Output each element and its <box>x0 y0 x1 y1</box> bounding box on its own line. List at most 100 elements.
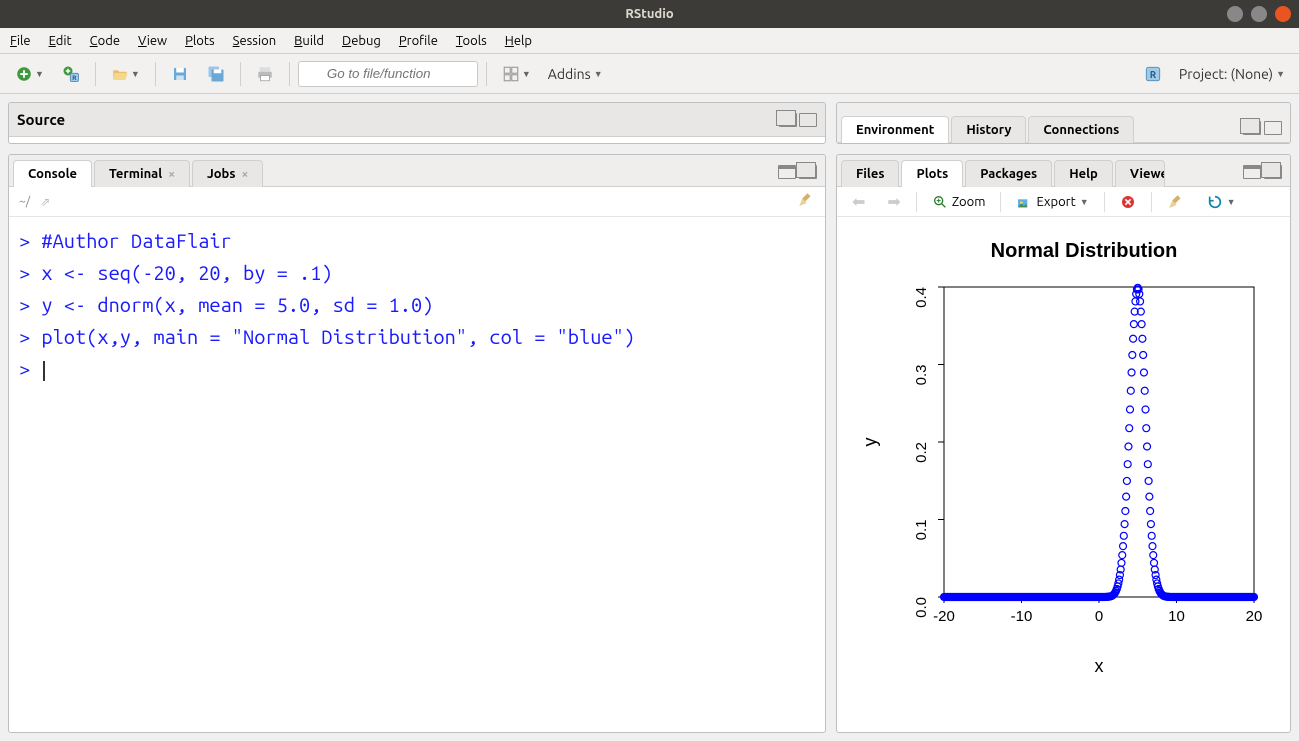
source-pane: Source <box>8 102 826 144</box>
menu-code[interactable]: Code <box>90 34 120 48</box>
menubar: File Edit Code View Plots Session Build … <box>0 28 1299 54</box>
toolbar-separator <box>486 62 487 86</box>
source-restore-icon[interactable] <box>779 113 797 127</box>
console-output[interactable]: > #Author DataFlair > x <- seq(-20, 20, … <box>9 217 825 732</box>
r-project-icon: R <box>1144 65 1162 83</box>
plot-export-button[interactable]: Export ▼ <box>1007 190 1097 214</box>
new-file-button[interactable]: ▼ <box>8 60 51 88</box>
save-all-icon <box>207 65 225 83</box>
save-all-button[interactable] <box>200 60 232 88</box>
svg-text:0.3: 0.3 <box>913 365 930 386</box>
console-maximize-icon[interactable] <box>799 165 817 179</box>
grid-icon <box>502 65 520 83</box>
project-label: Project: (None) <box>1179 66 1273 82</box>
svg-text:0: 0 <box>1094 608 1102 625</box>
normal-distribution-chart: Normal Distribution-20-10010200.00.10.20… <box>854 227 1274 687</box>
save-icon <box>171 65 189 83</box>
plots-minimize-icon[interactable] <box>1243 165 1261 179</box>
tab-terminal[interactable]: Terminal × <box>94 160 190 187</box>
tab-jobs-close-icon[interactable]: × <box>241 168 248 181</box>
plot-zoom-label: Zoom <box>952 195 986 209</box>
goto-file-input[interactable] <box>298 61 478 87</box>
menu-help[interactable]: Help <box>505 34 532 48</box>
menu-plots[interactable]: Plots <box>185 34 215 48</box>
menu-debug[interactable]: Debug <box>342 34 381 48</box>
svg-text:0.2: 0.2 <box>913 442 930 463</box>
source-pane-title: Source <box>17 111 65 128</box>
plot-next-button[interactable]: ➡ <box>878 188 909 215</box>
project-r-icon-button[interactable]: R <box>1137 60 1169 88</box>
tab-plots[interactable]: Plots <box>901 160 963 187</box>
project-menu[interactable]: Project: (None) ▼ <box>1173 66 1291 82</box>
svg-text:-10: -10 <box>1010 608 1032 625</box>
plot-remove-button[interactable] <box>1111 190 1145 214</box>
tab-help[interactable]: Help <box>1054 160 1113 187</box>
source-maximize-icon[interactable] <box>799 113 817 127</box>
save-button[interactable] <box>164 60 196 88</box>
menu-view[interactable]: View <box>138 34 167 48</box>
plot-clear-all-button[interactable] <box>1158 189 1194 215</box>
new-project-button[interactable]: R <box>55 60 87 88</box>
plot-prev-button[interactable]: ⬅ <box>843 188 874 215</box>
tab-files[interactable]: Files <box>841 160 899 187</box>
menu-build[interactable]: Build <box>294 34 324 48</box>
tab-jobs[interactable]: Jobs × <box>192 160 263 187</box>
svg-text:10: 10 <box>1168 608 1185 625</box>
main-toolbar: ▼ R ▼ ➜ ▼ Addins ▼ R Project: (None) ▼ <box>0 54 1299 94</box>
svg-text:0.1: 0.1 <box>913 520 930 541</box>
remove-icon <box>1120 194 1136 210</box>
tab-jobs-label: Jobs <box>207 167 236 181</box>
menu-tools[interactable]: Tools <box>456 34 487 48</box>
console-pane: Console Terminal × Jobs × ~/ ⇗ <box>8 154 826 733</box>
plots-maximize-icon[interactable] <box>1264 165 1282 179</box>
tab-connections[interactable]: Connections <box>1028 116 1134 143</box>
console-clear-icon[interactable] <box>797 191 815 213</box>
svg-text:-20: -20 <box>933 608 955 625</box>
broom-icon <box>797 191 815 209</box>
tab-console-label: Console <box>28 167 77 181</box>
refresh-icon <box>1207 194 1223 210</box>
zoom-icon <box>932 194 948 210</box>
new-file-icon <box>15 65 33 83</box>
workspace: Source Console Terminal × Jobs × <box>0 94 1299 741</box>
plot-refresh-button[interactable]: ▼ <box>1198 190 1245 214</box>
menu-edit[interactable]: Edit <box>49 34 72 48</box>
console-minimize-icon[interactable] <box>778 165 796 179</box>
toolbar-separator <box>289 62 290 86</box>
env-maximize-icon[interactable] <box>1264 121 1282 135</box>
menu-session[interactable]: Session <box>233 34 276 48</box>
plots-pane: Files Plots Packages Help Viewer ⬅ ➡ Zoo… <box>836 154 1291 733</box>
window-maximize-button[interactable] <box>1251 6 1267 22</box>
tab-terminal-label: Terminal <box>109 167 162 181</box>
toolbar-separator <box>95 62 96 86</box>
environment-pane: Environment History Connections <box>836 102 1291 144</box>
grid-view-button[interactable]: ▼ <box>495 60 538 88</box>
new-project-icon: R <box>62 65 80 83</box>
env-restore-icon[interactable] <box>1243 121 1261 135</box>
tab-console[interactable]: Console <box>13 160 92 187</box>
menu-file[interactable]: File <box>10 34 31 48</box>
plot-zoom-button[interactable]: Zoom <box>923 190 995 214</box>
tab-history[interactable]: History <box>951 116 1026 143</box>
console-share-icon[interactable]: ⇗ <box>40 195 50 209</box>
broom-icon <box>1167 193 1185 211</box>
window-minimize-button[interactable] <box>1227 6 1243 22</box>
console-sub-toolbar: ~/ ⇗ <box>9 187 825 217</box>
menu-profile[interactable]: Profile <box>399 34 438 48</box>
environment-tabs: Environment History Connections <box>837 103 1290 143</box>
window-titlebar: RStudio <box>0 0 1299 28</box>
svg-text:x: x <box>1094 656 1103 676</box>
tab-viewer[interactable]: Viewer <box>1115 160 1165 187</box>
svg-text:Normal Distribution: Normal Distribution <box>990 240 1177 262</box>
addins-menu[interactable]: Addins ▼ <box>542 66 609 82</box>
window-title: RStudio <box>625 7 673 21</box>
window-close-button[interactable] <box>1275 6 1291 22</box>
print-button[interactable] <box>249 60 281 88</box>
tab-packages[interactable]: Packages <box>965 160 1052 187</box>
open-file-button[interactable]: ▼ <box>104 60 147 88</box>
svg-text:0.0: 0.0 <box>913 597 930 618</box>
tab-terminal-close-icon[interactable]: × <box>168 168 175 181</box>
tab-environment[interactable]: Environment <box>841 116 949 143</box>
plot-toolbar: ⬅ ➡ Zoom Export ▼ <box>837 187 1290 217</box>
addins-label: Addins <box>548 66 591 82</box>
